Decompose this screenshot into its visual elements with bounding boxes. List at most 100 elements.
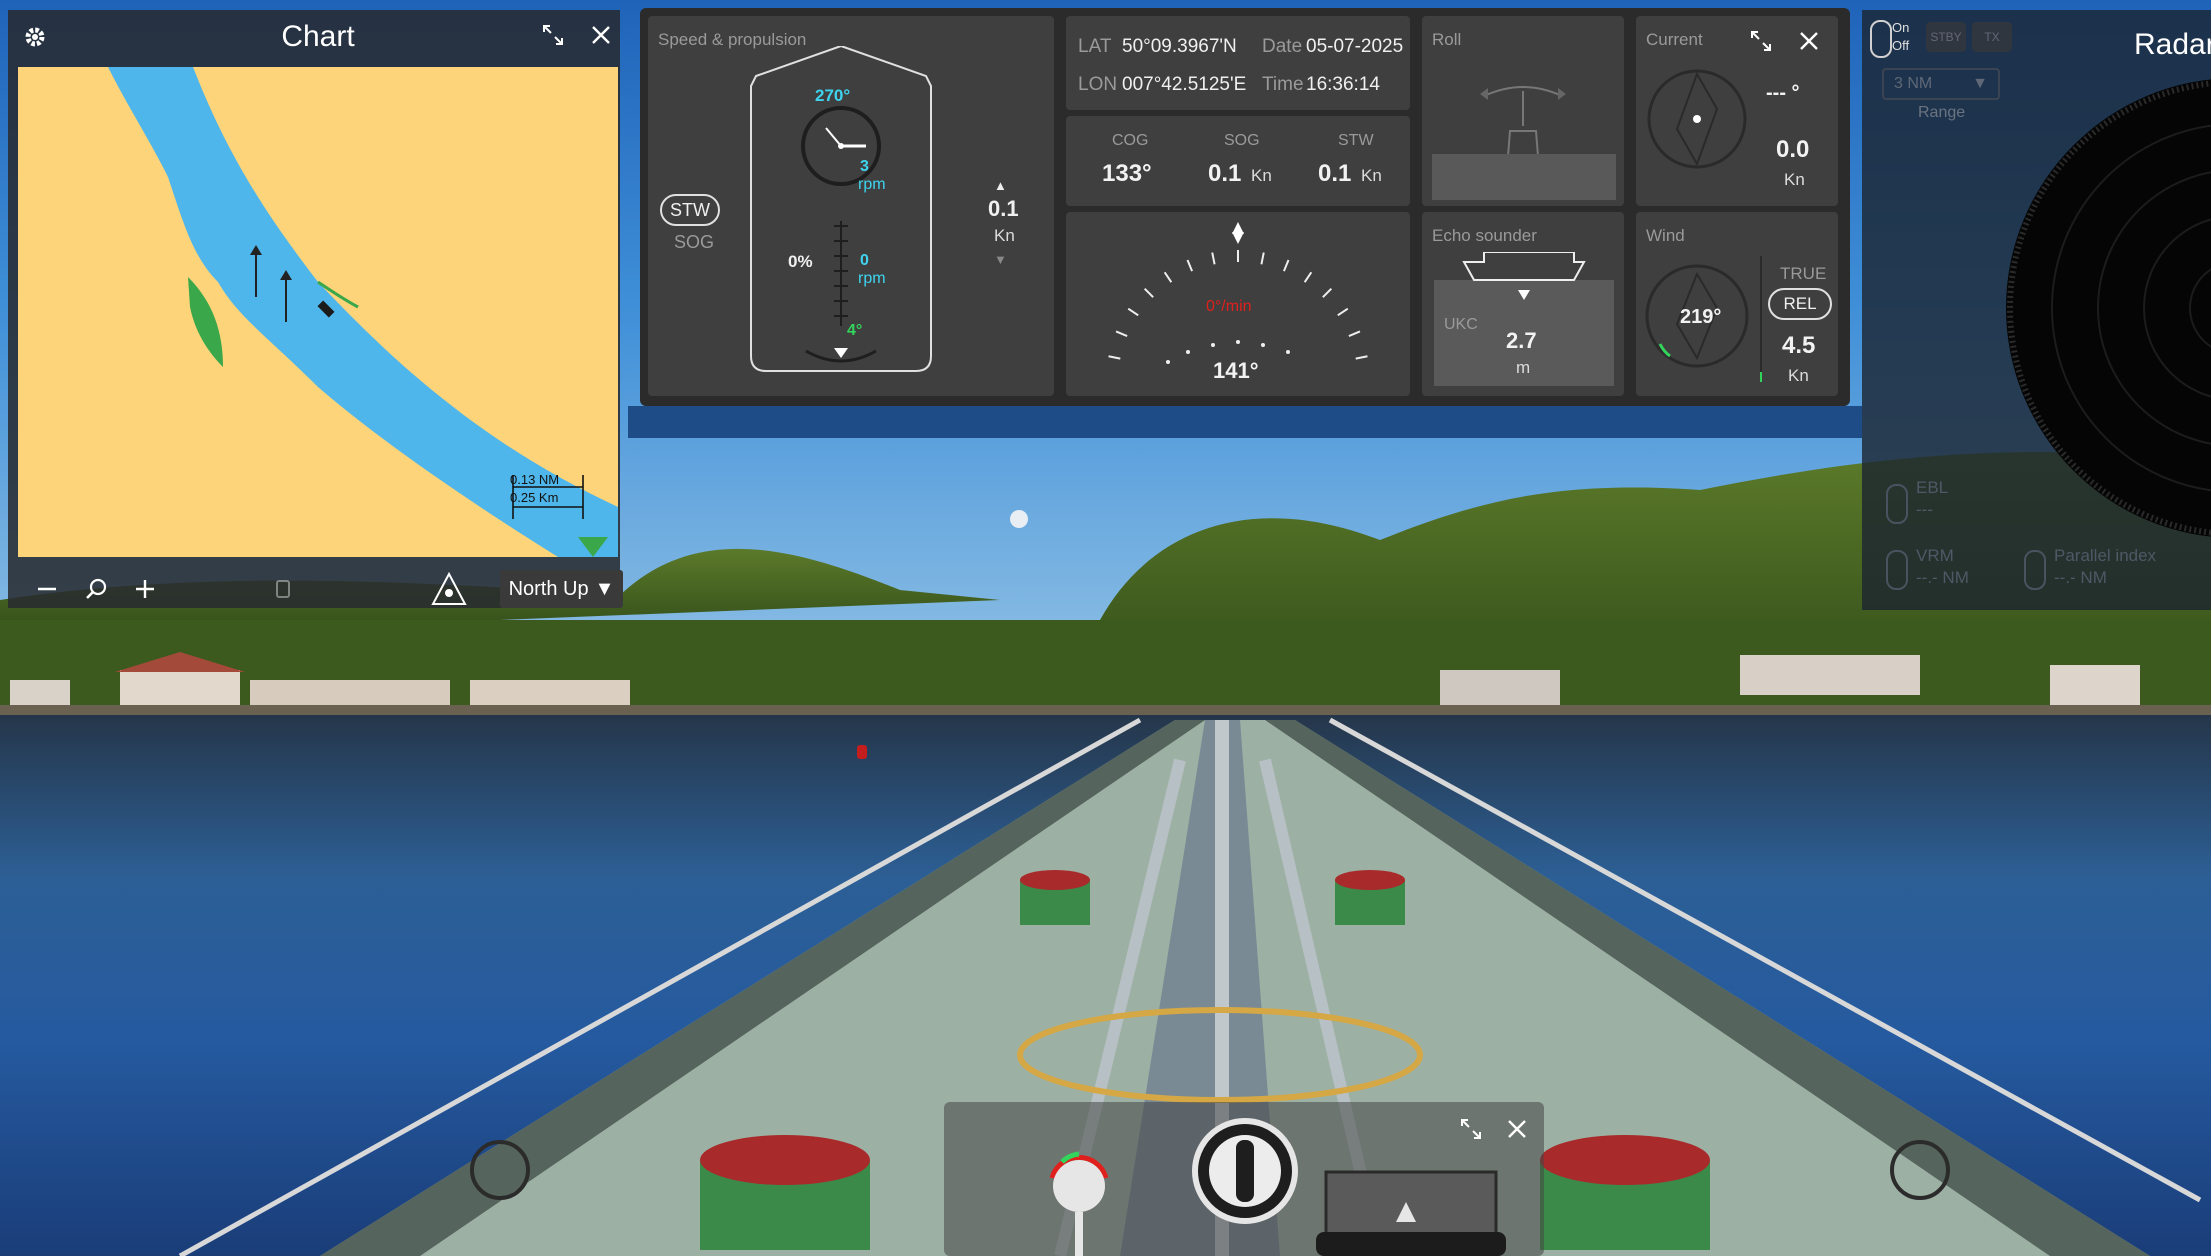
radar-power-toggle[interactable] [1870, 20, 1892, 58]
ukc-label: UKC [1444, 316, 1478, 333]
plus-icon[interactable] [128, 572, 162, 606]
tx-button[interactable]: TX [1972, 22, 2012, 52]
lat-label: LAT [1078, 36, 1112, 57]
ebl-value: --- [1916, 500, 1933, 519]
scale-km: 0.25 Km [510, 490, 559, 505]
throttle-percent: 0% [788, 252, 813, 271]
speed-up-icon: ▲ [994, 178, 1007, 193]
speed-down-icon: ▼ [994, 252, 1007, 267]
wind-direction: 219° [1680, 306, 1722, 328]
expand-icon[interactable] [1454, 1112, 1488, 1146]
rudder-lever[interactable] [1316, 1162, 1506, 1256]
expand-icon[interactable] [536, 18, 570, 52]
heading-readout: 270° [815, 86, 851, 105]
ship-icon [266, 572, 300, 606]
instrument-strip-base [628, 406, 1862, 438]
wind-bar-level [1760, 372, 1762, 382]
rpm-bottom-unit: rpm [858, 270, 886, 287]
echo-sounder-panel: Echo sounder UKC 2.7 m [1422, 212, 1624, 396]
scale-nm: 0.13 NM [510, 472, 560, 487]
current-speed: 0.0 [1776, 136, 1810, 163]
instrument-strip: Speed & propulsion 270° 3 rpm 0% 0 rpm 4… [640, 8, 1850, 406]
stw-mode-button[interactable]: STW [660, 194, 720, 226]
stw-value: 0.1 [1318, 160, 1352, 187]
speed-unit: Kn [994, 226, 1015, 245]
ukc-unit: m [1516, 358, 1531, 377]
close-icon[interactable] [1500, 1112, 1534, 1146]
lon-label: LON [1078, 74, 1118, 95]
stw-unit: Kn [1361, 166, 1382, 185]
speed-value: 0.1 [988, 196, 1019, 221]
sog-value: 0.1 [1208, 160, 1242, 187]
wind-speed: 4.5 [1782, 332, 1816, 359]
compass-panel: 0°/min 141° [1066, 212, 1410, 396]
sog-label: SOG [1224, 132, 1260, 149]
radar-screen[interactable] [1946, 64, 2211, 544]
engine-telegraph-widget [944, 1102, 1544, 1256]
search-icon[interactable] [80, 572, 114, 606]
ship-center-icon[interactable] [428, 568, 470, 610]
motion-panel: COG 133° SOG 0.1 Kn STW 0.1 Kn [1066, 116, 1410, 206]
minus-icon[interactable] [30, 572, 64, 606]
vrm-label: VRM [1916, 546, 1954, 565]
cog-value: 133° [1102, 160, 1152, 187]
latitude: 50°09.3967'N [1122, 36, 1237, 57]
current-label: Current [1646, 30, 1703, 49]
wind-panel: Wind 219° TRUE REL 4.5 Kn [1636, 212, 1838, 396]
power-off-label: Off [1892, 38, 1910, 53]
date-value: 05-07-2025 [1306, 36, 1404, 57]
rpm-bottom-value: 0 [860, 252, 869, 269]
longitude: 007°42.5125'E [1122, 74, 1247, 95]
rate-of-turn: 0°/min [1206, 298, 1252, 315]
ebl-toggle[interactable] [1886, 484, 1908, 524]
steering-dial[interactable] [1190, 1116, 1300, 1226]
close-icon[interactable] [584, 18, 618, 52]
echo-sounder-label: Echo sounder [1432, 226, 1537, 245]
wind-bar [1760, 256, 1762, 380]
sog-unit: Kn [1251, 166, 1272, 185]
roll-panel: Roll [1422, 16, 1624, 206]
radar-title: Radar [2134, 28, 2211, 61]
date-label: Date [1262, 36, 1303, 57]
range-value: 3 NM [1894, 75, 1933, 92]
red-buoy [857, 745, 867, 759]
chart-panel: Chart 0.13 NM 0.25 Km North Up ▼ [8, 10, 623, 610]
power-on-label: On [1892, 20, 1910, 35]
wind-rel-button[interactable]: REL [1768, 288, 1832, 320]
stby-button[interactable]: STBY [1926, 22, 1966, 52]
moon [1010, 510, 1028, 528]
rpm-top-value: 3 [860, 158, 869, 175]
cog-label: COG [1112, 132, 1149, 149]
parallel-index-toggle[interactable] [2024, 550, 2046, 590]
current-direction: --- ° [1766, 82, 1800, 104]
chart-title: Chart [281, 20, 355, 53]
close-icon[interactable] [1792, 24, 1826, 58]
vrm-toggle[interactable] [1886, 550, 1908, 590]
expand-icon[interactable] [1744, 24, 1778, 58]
wind-unit: Kn [1788, 366, 1809, 385]
stw-label: STW [1338, 132, 1374, 149]
orientation-dropdown[interactable]: North Up ▼ [500, 570, 623, 608]
time-value: 16:36:14 [1306, 74, 1380, 95]
parallel-index-label: Parallel index [2054, 546, 2157, 565]
current-unit: Kn [1784, 170, 1805, 189]
throttle-knob[interactable] [1044, 1146, 1114, 1256]
orientation-label: North Up [508, 577, 589, 600]
wind-label: Wind [1646, 226, 1685, 245]
position-panel: LAT 50°09.3967'N Date 05-07-2025 LON 007… [1066, 16, 1410, 110]
time-label: Time [1262, 74, 1304, 95]
wind-true-button[interactable]: TRUE [1780, 264, 1826, 284]
current-panel: Current --- ° 0.0 Kn [1636, 16, 1838, 206]
compass-heading: 141° [1213, 358, 1259, 383]
parallel-index-value: --.- NM [2054, 568, 2107, 587]
speed-propulsion-panel: Speed & propulsion 270° 3 rpm 0% 0 rpm 4… [648, 16, 1054, 396]
ukc-value: 2.7 [1506, 328, 1537, 353]
sog-mode-button[interactable]: SOG [674, 232, 714, 253]
vrm-value: --.- NM [1916, 568, 1969, 587]
current-dial [1647, 69, 1747, 169]
rudder-angle: 4° [847, 322, 863, 339]
chevron-down-icon: ▼ [594, 577, 615, 600]
radar-panel: On Off STBY TX Radar 3 NM ▼ Range EBL --… [1862, 10, 2211, 610]
ebl-label: EBL [1916, 478, 1949, 497]
rpm-top-unit: rpm [858, 176, 886, 193]
